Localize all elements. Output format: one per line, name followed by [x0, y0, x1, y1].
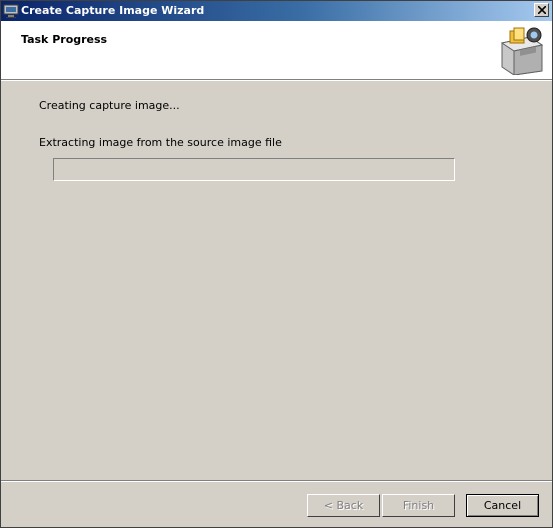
file-cabinet-icon	[500, 27, 544, 75]
page-title: Task Progress	[21, 33, 108, 46]
wizard-header: Task Progress	[1, 21, 552, 80]
footer-separator-highlight	[1, 481, 552, 482]
cancel-button[interactable]: Cancel	[466, 494, 539, 517]
wizard-window: Create Capture Image Wizard Task Progres…	[0, 0, 553, 528]
computer-icon	[3, 4, 19, 18]
status-text: Creating capture image...	[39, 99, 180, 112]
close-button[interactable]	[534, 3, 549, 17]
header-separator	[1, 80, 552, 81]
finish-button[interactable]: Finish	[382, 494, 455, 517]
close-icon	[538, 6, 546, 14]
back-button[interactable]: < Back	[307, 494, 380, 517]
progress-bar	[53, 158, 455, 181]
title-bar[interactable]: Create Capture Image Wizard	[1, 1, 552, 21]
progress-detail-text: Extracting image from the source image f…	[39, 136, 282, 149]
window-title: Create Capture Image Wizard	[21, 4, 205, 17]
